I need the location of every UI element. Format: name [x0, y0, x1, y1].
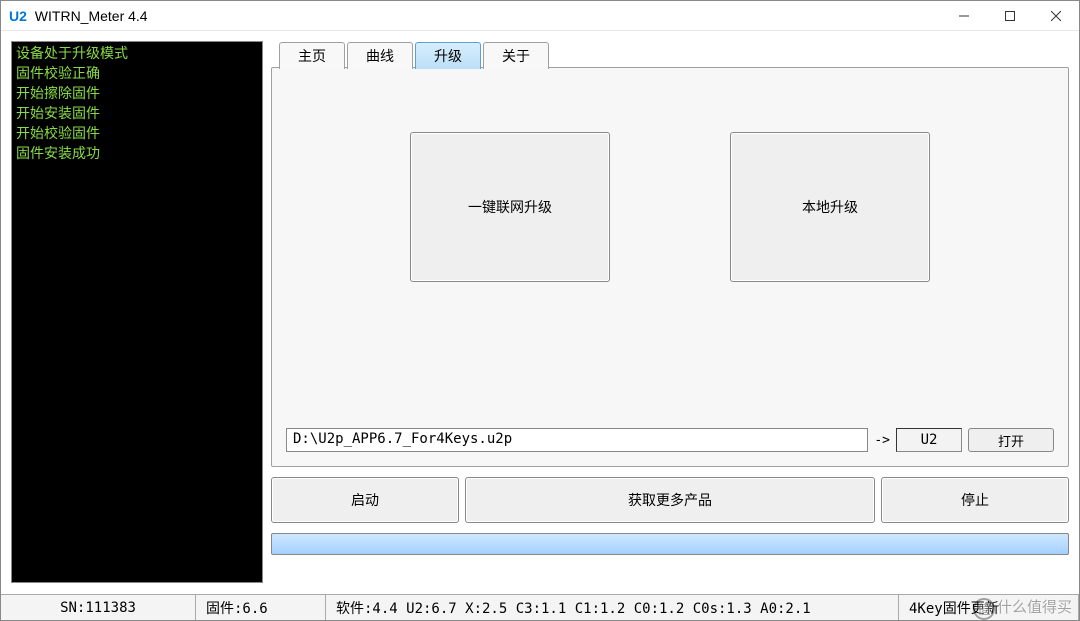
upgrade-buttons: 一键联网升级 本地升级 — [286, 132, 1054, 282]
log-line: 设备处于升级模式 — [16, 44, 258, 64]
open-button[interactable]: 打开 — [968, 428, 1054, 452]
file-row: D:\U2p_APP6.7_For4Keys.u2p -> U2 打开 — [286, 428, 1054, 452]
tab-about[interactable]: 关于 — [483, 42, 549, 69]
online-upgrade-button[interactable]: 一键联网升级 — [410, 132, 610, 282]
status-last-text: 4Key固件更新 — [909, 598, 999, 618]
minimize-button[interactable] — [941, 1, 987, 31]
status-bar: SN:111383 固件:6.6 软件:4.4 U2:6.7 X:2.5 C3:… — [1, 594, 1079, 620]
more-products-button[interactable]: 获取更多产品 — [465, 477, 875, 523]
status-firmware: 固件:6.6 — [196, 595, 326, 620]
window-controls — [941, 1, 1079, 30]
close-icon — [1051, 11, 1061, 21]
tab-row: 主页 曲线 升级 关于 — [279, 41, 1069, 68]
client-area: 设备处于升级模式 固件校验正确 开始擦除固件 开始安装固件 开始校验固件 固件安… — [1, 31, 1079, 594]
upgrade-panel: 一键联网升级 本地升级 D:\U2p_APP6.7_For4Keys.u2p -… — [271, 67, 1069, 467]
title-left: U2 WITRN_Meter 4.4 — [9, 8, 148, 24]
right-pane: 主页 曲线 升级 关于 一键联网升级 本地升级 D:\U2p_APP6.7_Fo… — [271, 41, 1069, 590]
log-line: 开始安装固件 — [16, 104, 258, 124]
status-software: 软件:4.4 U2:6.7 X:2.5 C3:1.1 C1:1.2 C0:1.2… — [326, 595, 899, 620]
firmware-path-field[interactable]: D:\U2p_APP6.7_For4Keys.u2p — [286, 428, 868, 452]
window-title-text: WITRN_Meter 4.4 — [35, 8, 148, 24]
close-button[interactable] — [1033, 1, 1079, 31]
local-upgrade-button[interactable]: 本地升级 — [730, 132, 930, 282]
action-row: 启动 获取更多产品 停止 — [271, 477, 1069, 523]
log-line: 固件校验正确 — [16, 64, 258, 84]
log-console: 设备处于升级模式 固件校验正确 开始擦除固件 开始安装固件 开始校验固件 固件安… — [11, 41, 263, 583]
device-label: U2 — [896, 428, 962, 452]
maximize-icon — [1005, 11, 1015, 21]
tab-curve[interactable]: 曲线 — [347, 42, 413, 69]
start-button[interactable]: 启动 — [271, 477, 459, 523]
status-sn: SN:111383 — [1, 595, 196, 620]
maximize-button[interactable] — [987, 1, 1033, 31]
watermark-text: 什么值得买 — [997, 600, 1072, 616]
progress-bar — [271, 533, 1069, 555]
log-line: 开始擦除固件 — [16, 84, 258, 104]
log-line: 开始校验固件 — [16, 124, 258, 144]
stop-button[interactable]: 停止 — [881, 477, 1069, 523]
title-bar: U2 WITRN_Meter 4.4 — [1, 1, 1079, 31]
status-last: 4Key固件更新 值什么值得买 — [899, 595, 1079, 620]
tab-home[interactable]: 主页 — [279, 42, 345, 69]
title-prefix: U2 — [9, 8, 27, 24]
minimize-icon — [959, 11, 969, 21]
log-line: 固件安装成功 — [16, 144, 258, 164]
tab-upgrade[interactable]: 升级 — [415, 42, 481, 69]
window-title — [29, 8, 33, 24]
arrow-label: -> — [874, 433, 890, 448]
